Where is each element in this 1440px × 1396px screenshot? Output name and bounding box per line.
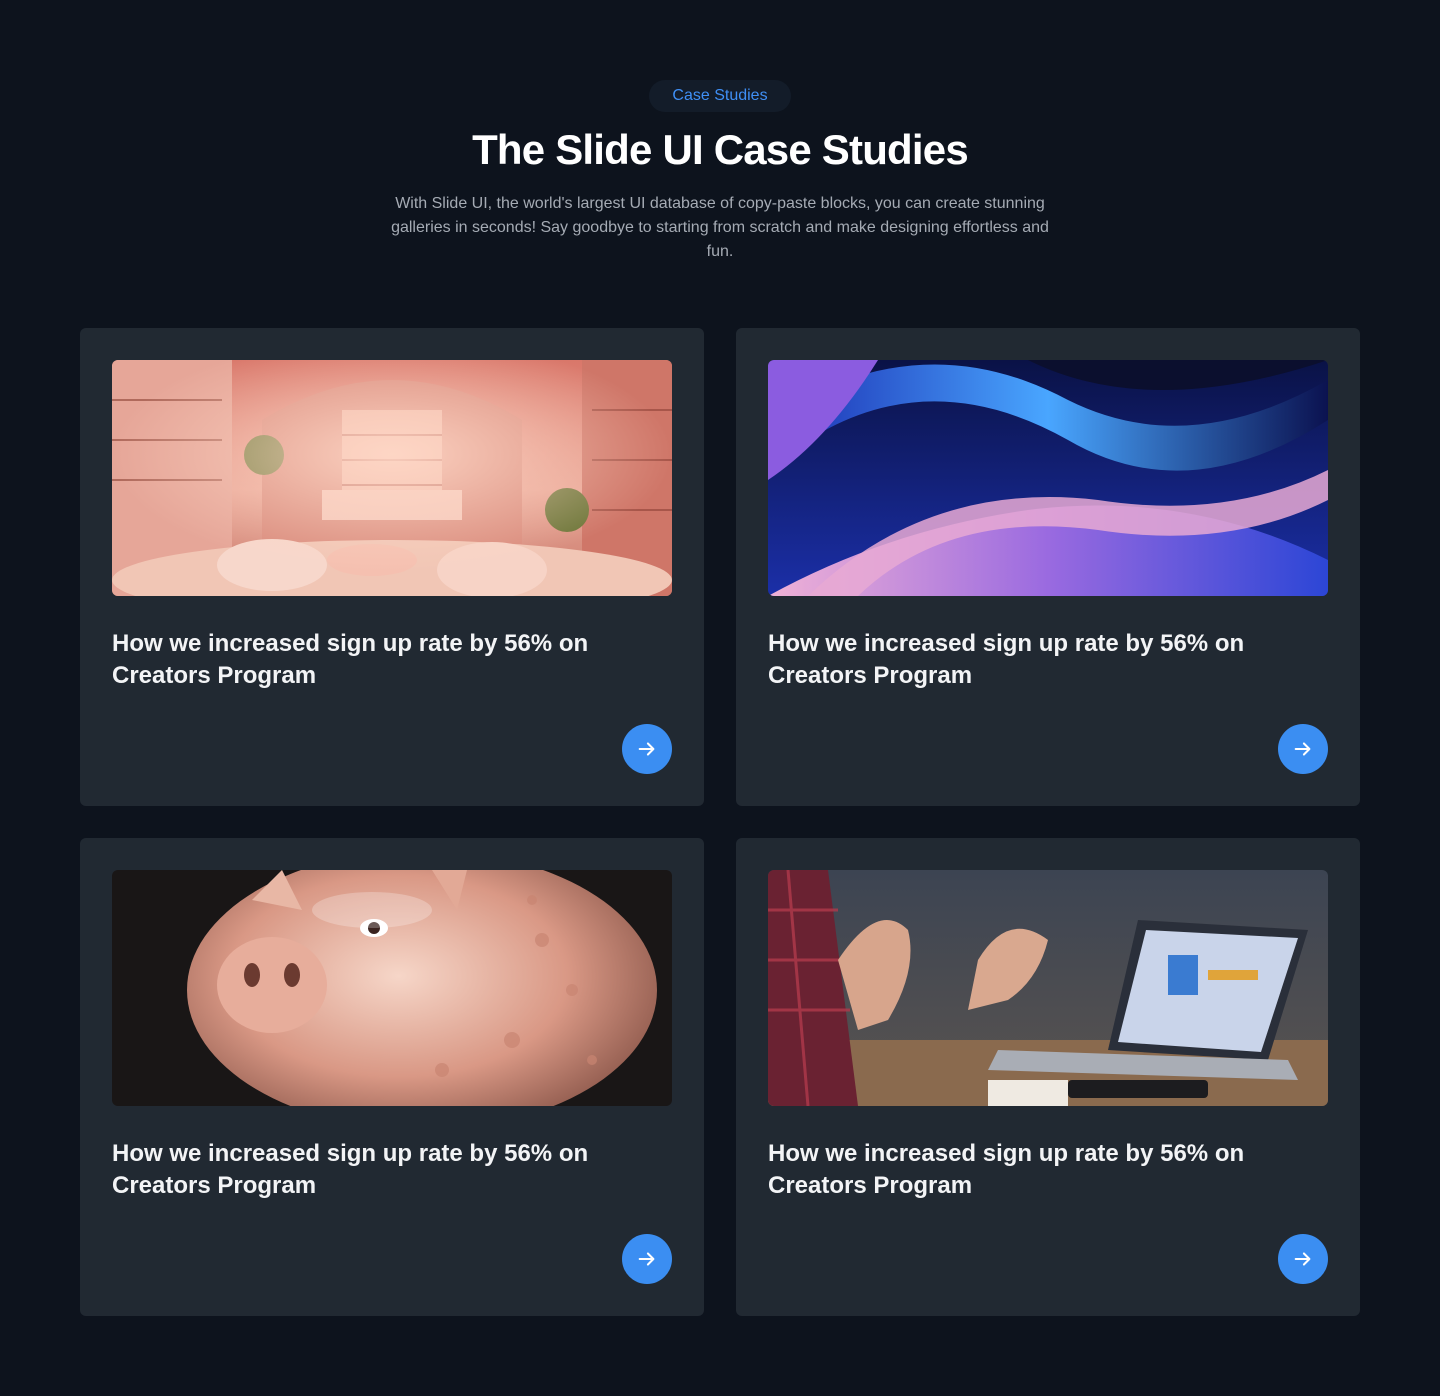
case-study-title[interactable]: How we increased sign up rate by 56% on … [768,1138,1308,1202]
case-study-image [768,870,1328,1106]
page-title: The Slide UI Case Studies [472,126,969,173]
section-badge: Case Studies [649,80,791,112]
card-arrow-button[interactable] [1278,724,1328,774]
pink-boutique-interior-photo [112,360,672,596]
arrow-right-icon [638,1252,655,1266]
laptop-meeting-hands-photo [768,870,1328,1106]
case-study-card[interactable]: How we increased sign up rate by 56% on … [80,838,704,1316]
arrow-right-icon [1294,1252,1311,1266]
case-study-image [768,360,1328,596]
case-study-image [112,870,672,1106]
case-study-card[interactable]: How we increased sign up rate by 56% on … [736,328,1360,806]
card-arrow-button[interactable] [622,1234,672,1284]
case-study-image [112,360,672,596]
case-study-title[interactable]: How we increased sign up rate by 56% on … [112,628,652,692]
case-study-card[interactable]: How we increased sign up rate by 56% on … [736,838,1360,1316]
case-study-card[interactable]: How we increased sign up rate by 56% on … [80,328,704,806]
card-arrow-button[interactable] [1278,1234,1328,1284]
card-arrow-button[interactable] [622,724,672,774]
page-subtitle: With Slide UI, the world's largest UI da… [391,195,1049,260]
case-study-title[interactable]: How we increased sign up rate by 56% on … [112,1138,652,1202]
arrow-right-icon [638,742,655,756]
case-study-title[interactable]: How we increased sign up rate by 56% on … [768,628,1308,692]
arrow-right-icon [1294,742,1311,756]
glass-piggy-bank-photo [112,870,672,1106]
abstract-blue-waves-photo [768,360,1328,596]
